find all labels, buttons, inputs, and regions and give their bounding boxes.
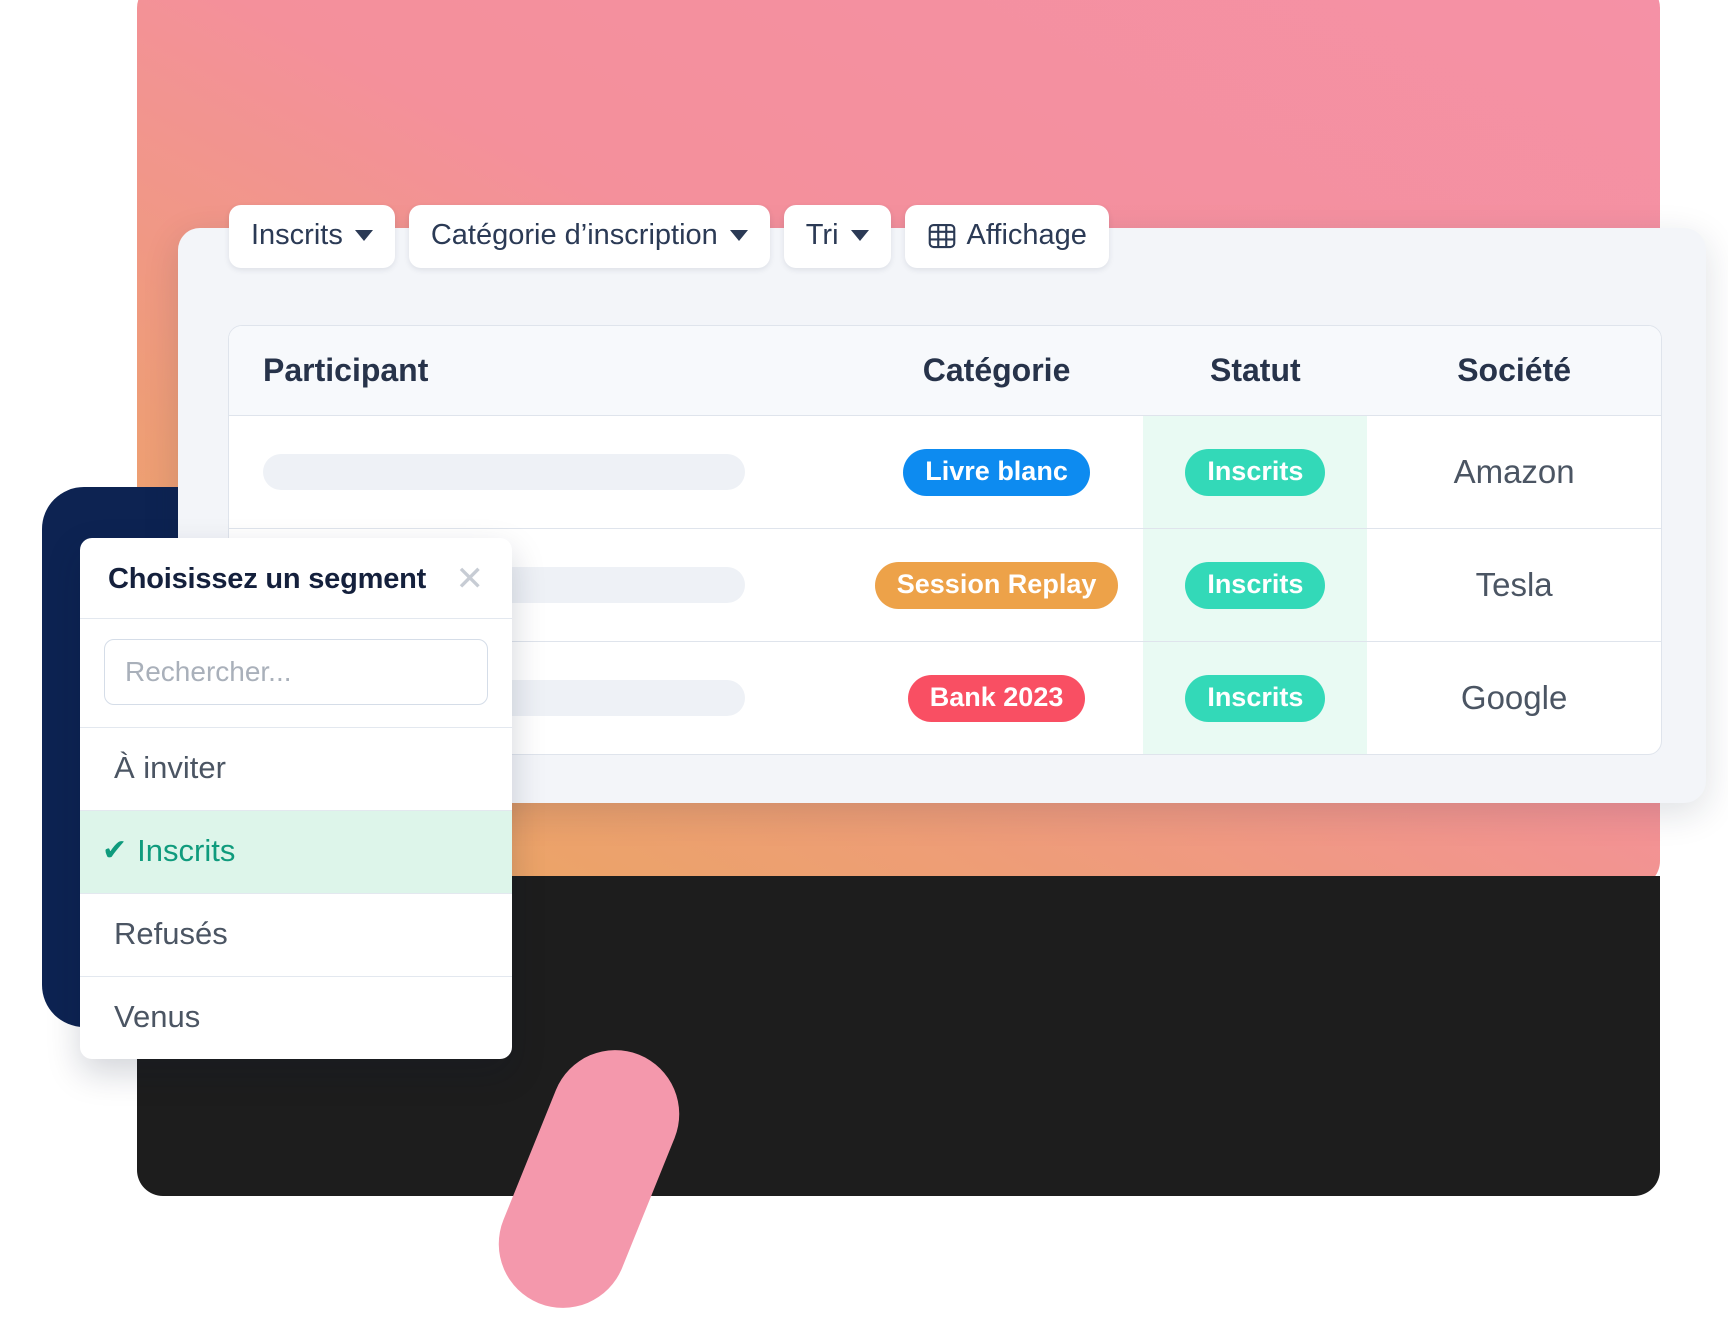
filter-button-label: Affichage xyxy=(966,219,1087,251)
cell-statut: Inscrits xyxy=(1143,528,1368,642)
filter-button-inscrits[interactable]: Inscrits xyxy=(229,205,395,268)
segment-item-label: À inviter xyxy=(114,750,226,785)
table-header-row: Participant Catégorie Statut Société xyxy=(229,326,1661,416)
segment-item-refus-s[interactable]: Refusés xyxy=(80,894,512,977)
check-icon: ✔ xyxy=(102,834,128,867)
filter-toolbar: Inscrits Catégorie d’inscription Tri Affich… xyxy=(229,205,1109,268)
category-badge: Livre blanc xyxy=(903,448,1090,496)
filter-button-cat-gorie-d-inscription[interactable]: Catégorie d’inscription xyxy=(408,205,770,268)
segment-item-label: Venus xyxy=(114,999,201,1034)
status-badge: Inscrits xyxy=(1185,561,1326,609)
cell-categorie: Livre blanc xyxy=(849,415,1144,529)
segment-item-inviter[interactable]: À inviter xyxy=(80,728,512,811)
cell-categorie: Session Replay xyxy=(849,528,1144,642)
category-badge: Bank 2023 xyxy=(907,674,1086,722)
segment-item-inscrits[interactable]: ✔ Inscrits xyxy=(80,811,512,894)
segment-item-list: À inviter ✔ Inscrits Refusés Venus xyxy=(80,728,512,1059)
column-header-statut[interactable]: Statut xyxy=(1143,326,1368,416)
segment-item-label: Inscrits xyxy=(137,833,236,868)
column-header-categorie[interactable]: Catégorie xyxy=(849,326,1144,416)
participant-placeholder-bar xyxy=(263,454,745,490)
close-icon[interactable]: ✕ xyxy=(454,562,487,596)
cell-statut: Inscrits xyxy=(1143,641,1368,754)
filter-button-tri[interactable]: Tri xyxy=(783,205,891,268)
column-header-societe[interactable]: Société xyxy=(1367,326,1661,416)
cell-societe: Tesla xyxy=(1367,528,1661,642)
status-badge: Inscrits xyxy=(1185,674,1326,722)
chevron-down-icon xyxy=(354,230,373,241)
cell-statut: Inscrits xyxy=(1143,415,1368,529)
table-grid-icon xyxy=(928,223,955,248)
segment-item-label: Refusés xyxy=(114,916,228,951)
table-row[interactable]: Livre blanc Inscrits Amazon xyxy=(229,415,1661,529)
cell-societe: Amazon xyxy=(1367,415,1661,529)
filter-button-label: Inscrits xyxy=(251,219,343,251)
segment-panel-title: Choisissez un segment xyxy=(108,562,427,595)
filter-button-label: Catégorie d’inscription xyxy=(430,219,718,251)
segment-item-venus[interactable]: Venus xyxy=(80,977,512,1059)
segment-search-row xyxy=(80,619,512,728)
filter-button-affichage[interactable]: Affichage xyxy=(904,205,1109,268)
segment-dropdown-panel: Choisissez un segment ✕ À inviter ✔ Inscri… xyxy=(80,538,512,1059)
filter-button-label: Tri xyxy=(805,219,839,251)
search-input[interactable] xyxy=(104,639,488,705)
category-badge: Session Replay xyxy=(874,561,1119,609)
segment-panel-header: Choisissez un segment ✕ xyxy=(80,538,512,619)
table-head: Participant Catégorie Statut Société xyxy=(229,326,1661,416)
cell-categorie: Bank 2023 xyxy=(850,642,1144,755)
chevron-down-icon xyxy=(729,230,748,241)
cell-societe: Google xyxy=(1460,679,1568,716)
status-badge: Inscrits xyxy=(1185,448,1326,496)
chevron-down-icon xyxy=(850,230,869,241)
column-header-participant[interactable]: Participant xyxy=(229,326,850,416)
cell-participant xyxy=(229,415,850,529)
